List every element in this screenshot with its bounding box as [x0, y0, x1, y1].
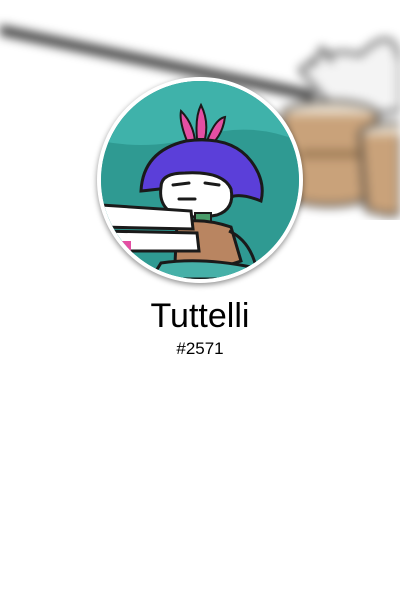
user-discriminator: #2571 [176, 339, 224, 358]
username: Tuttelli [150, 297, 250, 335]
profile-card: Tuttelli #2571 [0, 0, 400, 600]
avatar[interactable] [97, 77, 303, 283]
cartoon-character-avatar-icon [101, 81, 299, 279]
